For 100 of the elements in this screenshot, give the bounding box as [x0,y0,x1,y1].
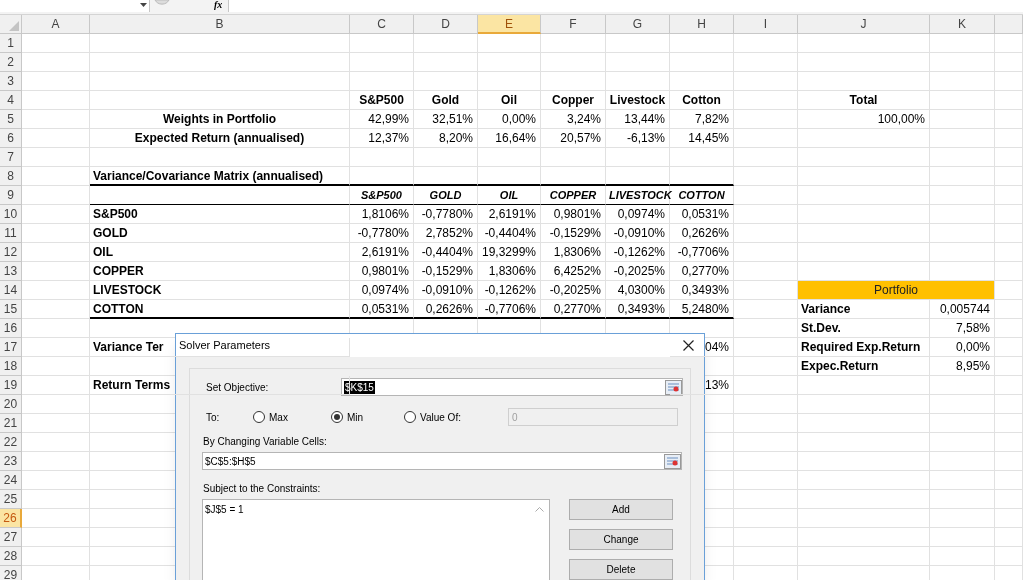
table-cell[interactable] [930,34,995,53]
table-cell[interactable] [734,72,798,91]
row-header[interactable]: 16 [0,319,22,338]
table-cell[interactable] [22,262,90,281]
table-cell[interactable] [930,414,995,433]
table-cell[interactable] [22,319,90,338]
table-cell[interactable] [90,34,350,53]
table-cell[interactable] [995,281,1023,300]
table-cell[interactable] [22,414,90,433]
table-cell[interactable] [798,395,930,414]
table-cell[interactable] [350,148,414,167]
table-cell[interactable] [995,148,1023,167]
table-cell[interactable] [22,509,90,528]
constraint-item[interactable]: $J$5 = 1 [205,502,549,517]
table-cell[interactable] [930,167,995,186]
table-cell[interactable] [995,338,1023,357]
column-header[interactable] [995,15,1023,34]
table-cell[interactable] [930,243,995,262]
table-cell[interactable] [798,414,930,433]
table-cell[interactable] [930,376,995,395]
table-cell[interactable] [22,471,90,490]
table-cell[interactable] [798,433,930,452]
table-cell[interactable] [930,72,995,91]
close-icon[interactable] [683,340,694,351]
table-cell[interactable] [414,72,478,91]
column-header[interactable]: K [930,15,995,34]
table-cell[interactable] [995,528,1023,547]
table-cell[interactable] [930,205,995,224]
row-header[interactable]: 4 [0,91,22,110]
dialog-button[interactable]: Change [569,529,673,550]
table-cell[interactable] [995,433,1023,452]
table-cell[interactable] [734,224,798,243]
table-cell[interactable] [350,167,414,186]
table-cell[interactable] [478,53,541,72]
row-header[interactable]: 5 [0,110,22,129]
table-cell[interactable] [22,452,90,471]
table-cell[interactable] [22,110,90,129]
column-header[interactable]: B [90,15,350,34]
table-cell[interactable] [734,414,798,433]
table-cell[interactable] [798,53,930,72]
row-header[interactable]: 13 [0,262,22,281]
table-cell[interactable] [541,34,606,53]
table-cell[interactable] [606,72,670,91]
column-header[interactable]: A [22,15,90,34]
table-cell[interactable] [995,357,1023,376]
table-cell[interactable] [995,262,1023,281]
table-cell[interactable] [22,91,90,110]
table-cell[interactable] [22,338,90,357]
table-cell[interactable] [995,547,1023,566]
table-cell[interactable] [22,34,90,53]
table-cell[interactable] [930,148,995,167]
table-cell[interactable] [670,167,734,186]
row-header[interactable]: 11 [0,224,22,243]
table-cell[interactable] [930,186,995,205]
column-header[interactable]: G [606,15,670,34]
table-cell[interactable] [606,148,670,167]
table-cell[interactable] [798,471,930,490]
table-cell[interactable] [22,186,90,205]
table-cell[interactable] [798,509,930,528]
table-cell[interactable] [995,205,1023,224]
table-cell[interactable] [930,129,995,148]
table-cell[interactable] [606,53,670,72]
table-cell[interactable] [798,490,930,509]
table-cell[interactable] [930,509,995,528]
column-header[interactable]: H [670,15,734,34]
table-cell[interactable] [90,148,350,167]
table-cell[interactable] [734,376,798,395]
table-cell[interactable] [995,129,1023,148]
row-header[interactable]: 23 [0,452,22,471]
table-cell[interactable] [22,376,90,395]
table-cell[interactable] [414,148,478,167]
row-header[interactable]: 20 [0,395,22,414]
row-header[interactable]: 2 [0,53,22,72]
radio-option[interactable]: Max [253,409,331,425]
table-cell[interactable] [478,34,541,53]
table-cell[interactable] [22,72,90,91]
table-cell[interactable] [930,471,995,490]
table-cell[interactable] [90,186,350,205]
table-cell[interactable] [995,414,1023,433]
row-header[interactable]: 25 [0,490,22,509]
dialog-button[interactable]: Delete [569,559,673,580]
dropdown-arrow-icon[interactable] [140,3,147,7]
table-cell[interactable] [798,243,930,262]
table-cell[interactable] [734,129,798,148]
table-cell[interactable] [22,433,90,452]
column-header[interactable]: C [350,15,414,34]
table-cell[interactable] [541,167,606,186]
table-cell[interactable] [930,224,995,243]
table-cell[interactable] [930,395,995,414]
table-cell[interactable] [606,34,670,53]
table-cell[interactable] [995,243,1023,262]
table-cell[interactable] [734,300,798,319]
table-cell[interactable] [734,547,798,566]
table-cell[interactable] [995,110,1023,129]
column-header[interactable]: F [541,15,606,34]
scroll-up-icon[interactable] [535,506,544,512]
table-cell[interactable] [798,528,930,547]
table-cell[interactable] [798,34,930,53]
table-cell[interactable] [995,509,1023,528]
column-header[interactable]: E [478,15,541,34]
